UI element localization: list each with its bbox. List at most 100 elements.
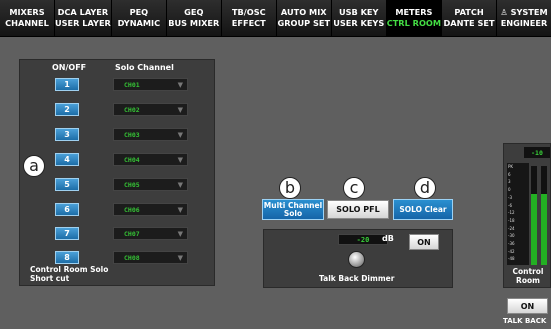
- tab-patch-dante[interactable]: PATCH DANTE SET: [442, 0, 498, 36]
- dropdown-arrow-icon: ▼: [177, 155, 183, 164]
- dropdown-arrow-icon: ▼: [177, 180, 183, 189]
- label-line-1: Control Room Solo: [30, 265, 109, 274]
- tab-dca-layer[interactable]: DCA LAYER USER LAYER: [54, 0, 112, 36]
- channel-value: CH03: [124, 130, 140, 139]
- channel-value: CH07: [124, 229, 140, 238]
- meter-scale-tick: -3: [508, 194, 512, 200]
- meter-scale-tick: -42: [508, 248, 515, 254]
- talk-back-dimmer-knob[interactable]: [348, 251, 365, 268]
- solo-pfl-button[interactable]: SOLO PFL: [327, 200, 389, 219]
- tab-label-bottom: GROUP SET: [277, 18, 331, 28]
- tab-usb-key[interactable]: USB KEY USER KEYS: [331, 0, 387, 36]
- solo-on-button-4[interactable]: 4: [55, 153, 79, 166]
- top-nav-bar: MIXERS CHANNEL DCA LAYER USER LAYER PEQ DYN…: [0, 0, 551, 37]
- dropdown-arrow-icon: ▼: [177, 130, 183, 139]
- tab-label-top: METERS: [395, 7, 433, 17]
- on-off-header: ON/OFF: [52, 63, 87, 72]
- control-room-meter-panel: -10 PK 6 3 0 -3 -6 -12 -18 -24 -30 -36 -42 -48 Contr…: [503, 143, 551, 288]
- dropdown-arrow-icon: ▼: [177, 229, 183, 238]
- dropdown-arrow-icon: ▼: [177, 80, 183, 89]
- label-line-2: Room: [516, 276, 540, 285]
- tab-system-engineer[interactable]: ♙ SYSTEM ENGINEER: [497, 0, 551, 36]
- meter-scale-tick: -48: [508, 256, 515, 262]
- tab-label-bottom: DYNAMIC: [117, 18, 161, 28]
- callout-d: d: [414, 177, 436, 199]
- meter-fill-left: [531, 193, 537, 265]
- callout-c: c: [343, 177, 365, 199]
- meter-scale-tick: -36: [508, 241, 515, 246]
- meter-scale-tick: -18: [508, 217, 515, 223]
- tab-label-bottom: USER LAYER: [54, 18, 111, 28]
- tab-geq-bus-mixer[interactable]: GEQ BUS MIXER: [166, 0, 222, 36]
- control-room-solo-panel: ON/OFF Solo Channel 1 CH01 ▼ 2 CH02 ▼ 3 CH…: [19, 59, 215, 286]
- meter-scale-tick: -24: [508, 225, 515, 231]
- solo-channel-select-4[interactable]: CH04 ▼: [113, 153, 188, 166]
- channel-value: CH06: [124, 205, 140, 214]
- tab-label-top: ♙ SYSTEM: [500, 7, 548, 17]
- meter-bar-right: [541, 166, 547, 265]
- solo-on-button-6[interactable]: 6: [55, 203, 79, 216]
- talk-back-dimmer-panel: -20 dB ON Talk Back Dimmer: [263, 229, 453, 288]
- meter-readout: -10: [524, 147, 550, 158]
- meter-scale-tick: 6: [508, 171, 511, 177]
- dropdown-arrow-icon: ▼: [177, 105, 183, 114]
- tab-label-top: TB/OSC: [231, 7, 266, 17]
- tab-label-bottom: CTRL ROOM: [386, 18, 442, 28]
- solo-channel-select-2[interactable]: CH02 ▼: [113, 103, 188, 116]
- meter-scale-tick: -6: [508, 202, 512, 208]
- tab-peq-dynamic[interactable]: PEQ DYNAMIC: [111, 0, 167, 36]
- meter-scale-tick: -30: [508, 233, 515, 239]
- solo-on-button-8[interactable]: 8: [55, 251, 79, 264]
- meter-scale-tick: 0: [508, 187, 511, 193]
- multi-channel-solo-button[interactable]: Multi Channel Solo: [262, 199, 324, 220]
- talk-back-dimmer-on-button[interactable]: ON: [409, 234, 439, 250]
- meter-fill-right: [541, 193, 547, 265]
- talk-back-on-button[interactable]: ON: [507, 298, 548, 314]
- tab-label-top: PEQ: [129, 7, 149, 17]
- tab-label-top: AUTO MIX: [280, 7, 327, 17]
- channel-value: CH02: [124, 105, 140, 114]
- button-label-line-2: Solo: [283, 208, 303, 218]
- tab-label-bottom: DANTE SET: [443, 18, 495, 28]
- callout-b: b: [279, 177, 301, 199]
- meter-scale-tick: 3: [508, 179, 511, 185]
- solo-clear-button[interactable]: SOLO Clear: [393, 199, 453, 220]
- solo-on-button-7[interactable]: 7: [55, 227, 79, 240]
- tab-tb-osc-effect[interactable]: TB/OSC EFFECT: [221, 0, 277, 36]
- tab-label-bottom: BUS MIXER: [168, 18, 220, 28]
- tab-label-top: PATCH: [454, 7, 484, 17]
- control-room-meter-label: Control Room: [504, 267, 551, 285]
- tab-label-top: USB KEY: [338, 7, 379, 17]
- channel-value: CH08: [124, 253, 140, 262]
- meter-scale: PK 6 3 0 -3 -6 -12 -18 -24 -30 -36 -42 -48: [507, 163, 529, 265]
- tab-label-top: DCA LAYER: [57, 7, 109, 17]
- tab-auto-mix[interactable]: AUTO MIX GROUP SET: [276, 0, 332, 36]
- solo-on-button-1[interactable]: 1: [55, 78, 79, 91]
- tab-mixers-channel[interactable]: MIXERS CHANNEL: [0, 0, 55, 36]
- tab-label-top: MIXERS: [9, 7, 45, 17]
- meter-scale-tick: PK: [508, 164, 514, 169]
- talk-back-dimmer-label: Talk Back Dimmer: [319, 274, 395, 283]
- meter-bar-left: [531, 166, 537, 265]
- label-line-2: Short cut: [30, 274, 70, 283]
- dropdown-arrow-icon: ▼: [177, 205, 183, 214]
- solo-channel-select-3[interactable]: CH03 ▼: [113, 128, 188, 141]
- control-room-solo-label: Control Room Solo Short cut: [30, 265, 108, 283]
- solo-channel-select-1[interactable]: CH01 ▼: [113, 78, 188, 91]
- solo-on-button-2[interactable]: 2: [55, 103, 79, 116]
- channel-value: CH01: [124, 80, 140, 89]
- solo-on-button-5[interactable]: 5: [55, 178, 79, 191]
- channel-value: CH04: [124, 155, 140, 164]
- tab-label-bottom: ENGINEER: [500, 18, 548, 28]
- tab-meters-ctrl-room[interactable]: METERS CTRL ROOM: [386, 0, 443, 36]
- solo-on-button-3[interactable]: 3: [55, 128, 79, 141]
- channel-value: CH05: [124, 180, 140, 189]
- dropdown-arrow-icon: ▼: [177, 253, 183, 262]
- solo-channel-select-8[interactable]: CH08 ▼: [113, 251, 188, 264]
- talk-back-level-readout: -20: [338, 234, 388, 245]
- label-line-1: Control: [512, 267, 544, 276]
- solo-channel-select-6[interactable]: CH06 ▼: [113, 203, 188, 216]
- solo-channel-select-5[interactable]: CH05 ▼: [113, 178, 188, 191]
- meter-scale-tick: -12: [508, 210, 515, 216]
- solo-channel-select-7[interactable]: CH07 ▼: [113, 227, 188, 240]
